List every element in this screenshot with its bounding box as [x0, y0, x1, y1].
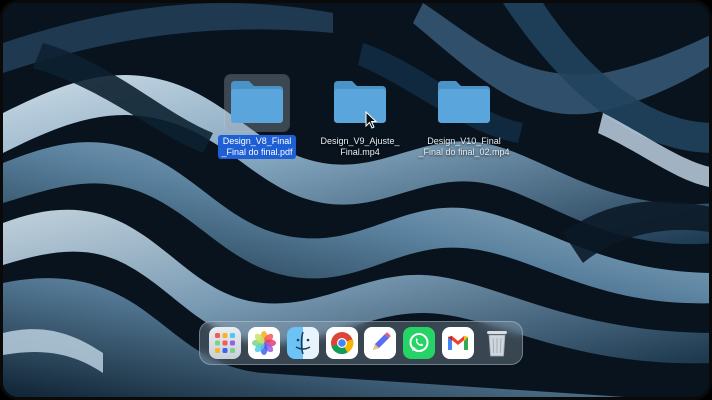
file-label: Design_V8_Final _Final do final.pdf	[218, 135, 296, 159]
chrome-icon[interactable]	[325, 327, 358, 359]
folder-icon-graphic	[334, 81, 386, 123]
desktop-file-design-v9[interactable]: Design_V9_Ajuste_ Final.mp4	[308, 75, 412, 160]
trash-icon[interactable]	[481, 327, 513, 359]
folder-icon	[432, 75, 496, 131]
file-name-line2: Final.mp4	[340, 147, 380, 157]
desktop-file-design-v8[interactable]: Design_V8_Final _Final do final.pdf	[205, 75, 309, 160]
gmail-icon[interactable]	[441, 327, 474, 359]
file-name-line2: _Final do final.pdf	[221, 147, 293, 157]
dock	[199, 321, 523, 365]
file-name-line1: Design_V8_Final	[222, 136, 292, 146]
file-label: Design_V9_Ajuste_ Final.mp4	[317, 135, 402, 159]
whatsapp-icon[interactable]	[403, 327, 436, 359]
folder-icon-graphic	[231, 81, 283, 123]
file-name-line1: Design_V9_Ajuste_	[320, 136, 400, 146]
folder-icon	[225, 75, 289, 131]
finder-icon[interactable]	[286, 327, 319, 359]
desktop-file-design-v10[interactable]: Design_V10_Final _Final do final_02.mp4	[412, 75, 516, 160]
file-name-line2: _Final do final_02.mp4	[418, 147, 510, 157]
file-label: Design_V10_Final _Final do final_02.mp4	[415, 135, 512, 159]
folder-icon-graphic	[438, 81, 490, 123]
file-name-line1: Design_V10_Final	[427, 136, 501, 146]
mouse-cursor-icon	[365, 111, 377, 129]
launchpad-icon[interactable]	[209, 327, 242, 359]
desktop-screen: Design_V8_Final _Final do final.pdf Desi…	[0, 0, 712, 400]
folder-icon	[328, 75, 392, 131]
pencil-icon[interactable]	[364, 327, 397, 359]
photos-icon[interactable]	[248, 327, 281, 359]
